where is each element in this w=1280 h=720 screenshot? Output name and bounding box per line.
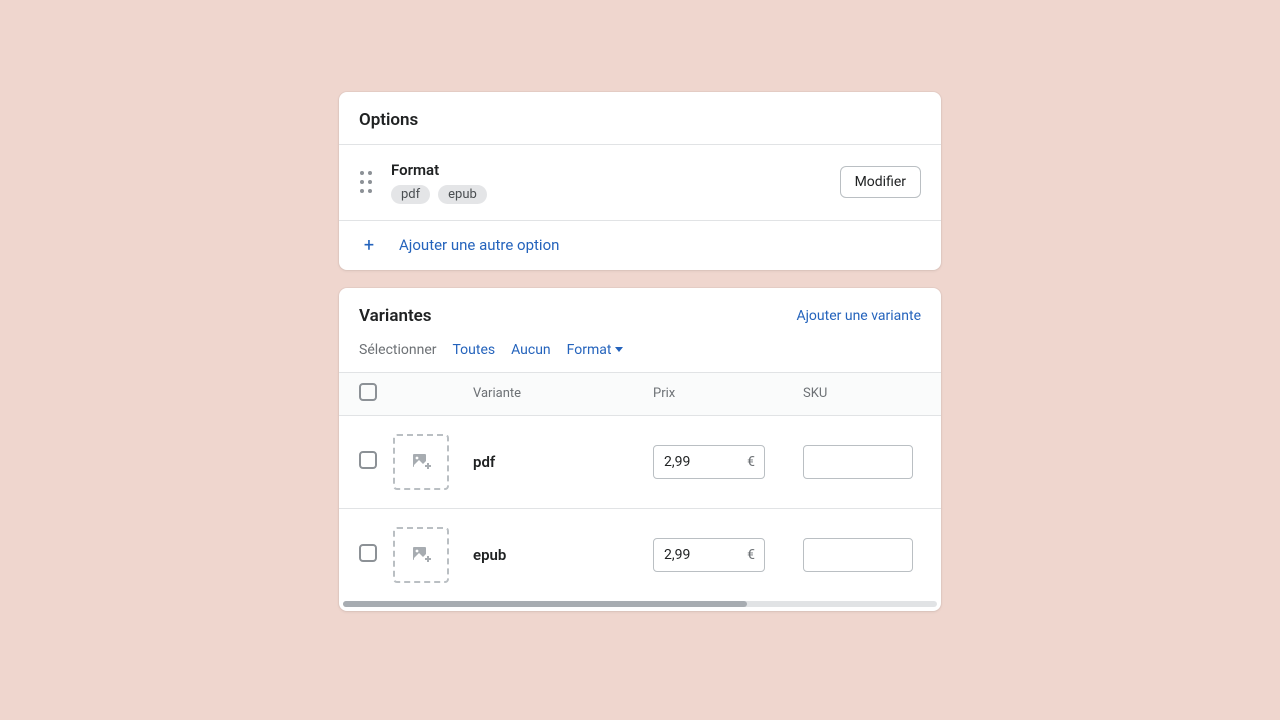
admin-panel: Options Format pdf epub Modifier + Ajout… [339, 92, 941, 629]
option-content: Format pdf epub [391, 161, 822, 204]
option-value-pill: pdf [391, 185, 430, 204]
option-values: pdf epub [391, 185, 822, 204]
row-checkbox[interactable] [359, 544, 377, 562]
image-add-icon [411, 452, 431, 472]
variants-card: Variantes Ajouter une variante Sélection… [339, 288, 941, 611]
filter-none[interactable]: Aucun [511, 342, 551, 358]
variants-title: Variantes [359, 306, 432, 326]
add-variant-link[interactable]: Ajouter une variante [796, 308, 921, 324]
variants-table-wrap: Variante Prix SKU [339, 372, 941, 601]
table-header: Variante Prix SKU [339, 372, 941, 416]
image-placeholder[interactable] [393, 434, 449, 490]
price-field-wrap: € [653, 445, 765, 479]
chevron-down-icon [615, 347, 623, 352]
drag-handle-icon[interactable] [359, 171, 373, 193]
option-value-pill: epub [438, 185, 487, 204]
table-row: epub € Modifier [339, 509, 941, 601]
option-name: Format [391, 161, 822, 179]
price-field-wrap: € [653, 538, 765, 572]
select-label: Sélectionner [359, 342, 437, 358]
price-input[interactable] [653, 445, 765, 479]
variant-name: epub [473, 546, 653, 564]
image-placeholder[interactable] [393, 527, 449, 583]
filter-format[interactable]: Format [567, 342, 624, 358]
table-row: pdf € Modifier [339, 416, 941, 509]
edit-option-button[interactable]: Modifier [840, 166, 921, 198]
sku-input[interactable] [803, 445, 913, 479]
sku-input[interactable] [803, 538, 913, 572]
col-sku: SKU [803, 386, 941, 401]
variants-header: Variantes Ajouter une variante [339, 288, 941, 332]
row-checkbox[interactable] [359, 451, 377, 469]
option-row-format: Format pdf epub Modifier [339, 144, 941, 220]
options-card: Options Format pdf epub Modifier + Ajout… [339, 92, 941, 270]
add-option-label: Ajouter une autre option [399, 236, 559, 254]
options-title: Options [339, 92, 941, 144]
horizontal-scrollbar[interactable] [343, 601, 937, 607]
select-all-checkbox[interactable] [359, 383, 377, 401]
scrollbar-thumb[interactable] [343, 601, 747, 607]
variants-table: Variante Prix SKU [339, 372, 941, 601]
col-price: Prix [653, 386, 803, 401]
plus-icon: + [359, 235, 379, 256]
variant-filters: Sélectionner Toutes Aucun Format [339, 332, 941, 372]
price-input[interactable] [653, 538, 765, 572]
filter-all[interactable]: Toutes [453, 342, 496, 358]
image-add-icon [411, 545, 431, 565]
add-option-button[interactable]: + Ajouter une autre option [339, 220, 941, 270]
col-variant: Variante [473, 386, 653, 401]
variant-name: pdf [473, 453, 653, 471]
